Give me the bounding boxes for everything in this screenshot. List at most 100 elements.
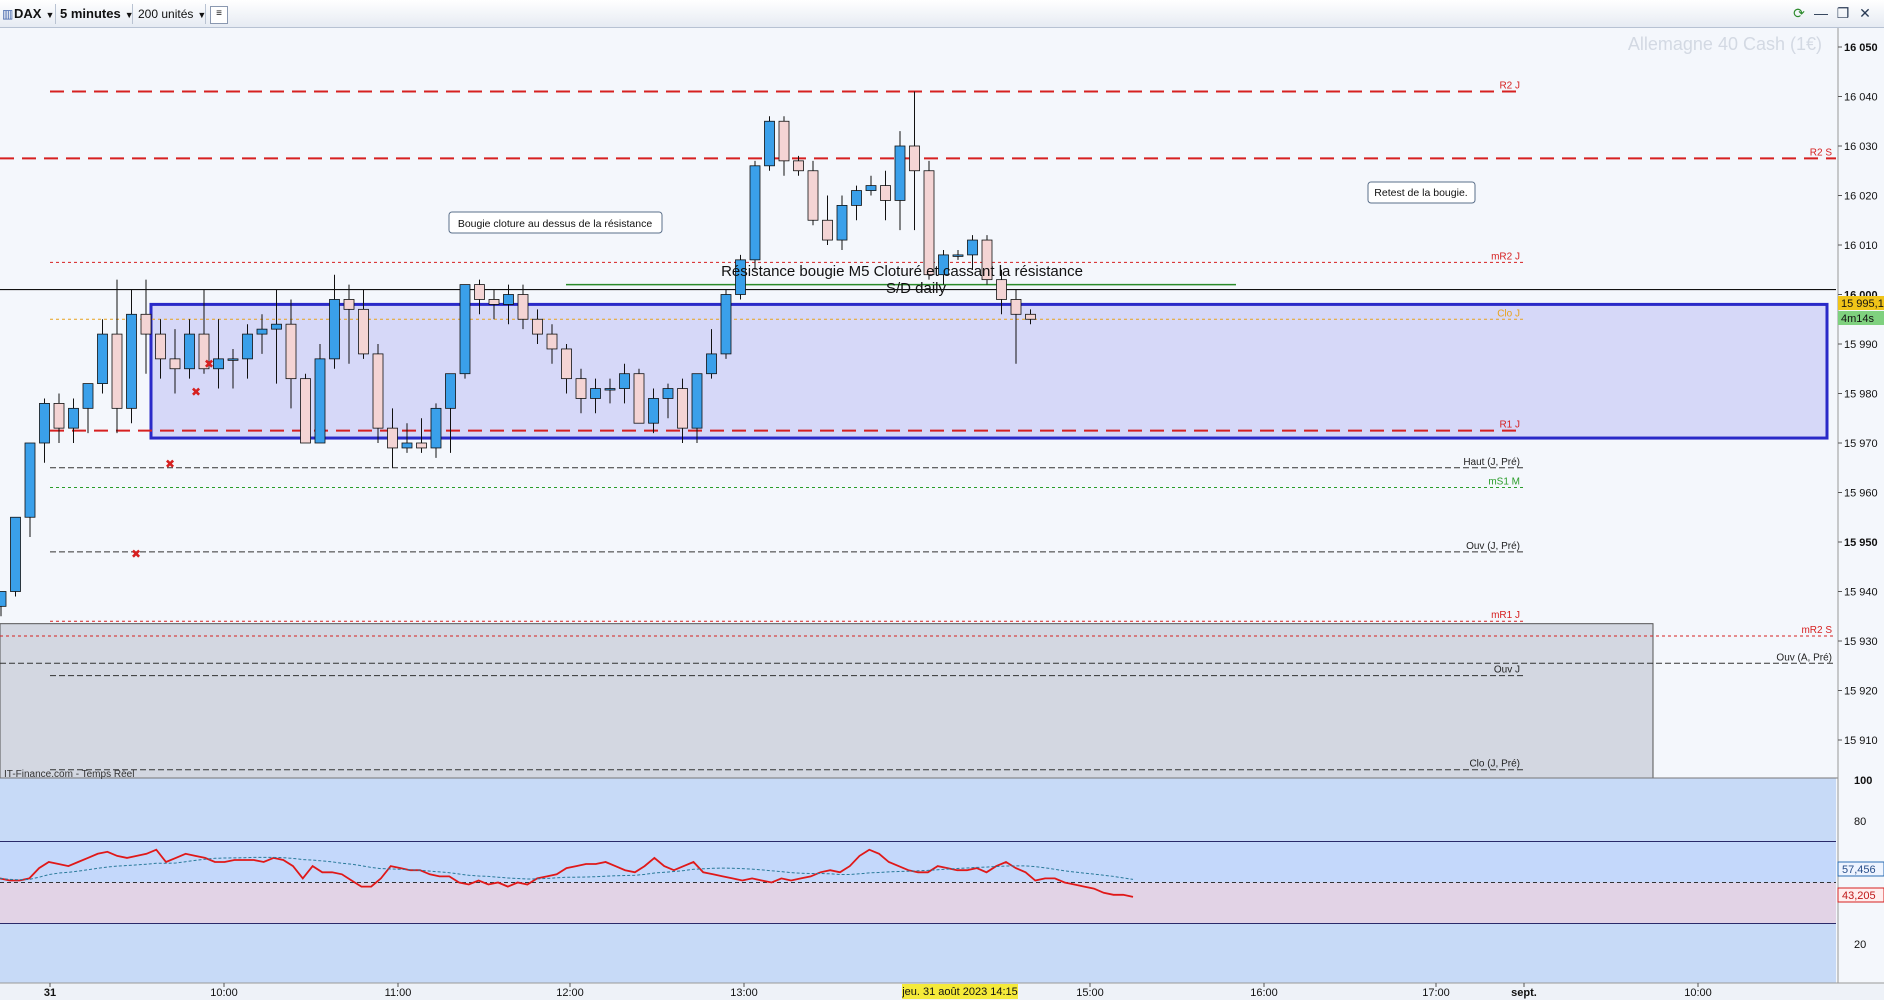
candle[interactable] [720, 289, 732, 359]
symbol-selector[interactable]: DAX ▼ [14, 4, 54, 24]
price-tick-label: 16 010 [1844, 240, 1878, 252]
annotation-retest-box[interactable]: Retest de la bougie. [1367, 181, 1476, 204]
price-tick-label: 16 040 [1844, 92, 1878, 104]
candle-body [82, 383, 94, 409]
candle-body [227, 358, 239, 361]
chart-settings-icon[interactable]: ≡ [210, 6, 228, 24]
annotation-retest-text: Retest de la bougie. [1374, 187, 1467, 199]
demand-zone-gray [0, 623, 1654, 779]
price-tick-label: 15 960 [1844, 488, 1878, 500]
price-tick-label: 15 990 [1844, 339, 1878, 351]
candle-body [923, 170, 935, 276]
price-chart[interactable]: R2 J R2 S mR2 J Clo J R1 J Haut (J, Pré) mS1 M… [0, 28, 1884, 1000]
rsi-value: 43,205 [1842, 890, 1876, 902]
candle[interactable] [749, 160, 761, 270]
instrument-title: Allemagne 40 Cash (1€) [1628, 34, 1822, 54]
candle-body [546, 333, 558, 350]
candle-body [619, 373, 630, 389]
signal-marker: ✖ [131, 547, 141, 561]
price-tick-label: 16 050 [1844, 42, 1878, 54]
candle[interactable] [314, 344, 326, 444]
level-label: R2 J [1499, 81, 1520, 92]
candle-body [358, 308, 369, 355]
source-label: IT-Finance.com - Temps Réel [4, 769, 134, 780]
minimize-icon[interactable]: — [1810, 5, 1832, 21]
rsi-tick-label: 80 [1854, 816, 1866, 828]
candle-body [242, 333, 253, 360]
level-label: mR2 J [1491, 251, 1520, 262]
time-tick-label: 17:00 [1422, 987, 1450, 999]
candle-body [532, 318, 543, 335]
rsi-lower-band [0, 882, 1836, 924]
candle-body [865, 185, 877, 191]
candle[interactable] [923, 160, 935, 280]
price-tick-label: 16 030 [1844, 141, 1878, 153]
candle-body [793, 160, 804, 172]
time-tick-label: 11:00 [385, 987, 412, 999]
level-label: R2 S [1810, 147, 1833, 158]
timeframe-label: 5 minutes [60, 6, 121, 21]
resistance-zone-rect[interactable] [149, 302, 1829, 440]
candle-body [53, 402, 65, 429]
signal-marker: ✖ [191, 385, 201, 399]
candle-body [1010, 299, 1022, 315]
candle-body [517, 294, 529, 320]
refresh-icon[interactable]: ⟳ [1788, 5, 1810, 22]
candle-body [488, 299, 500, 305]
candle[interactable] [807, 160, 819, 226]
candle-body [126, 313, 137, 409]
candle-body [401, 442, 413, 449]
candle-body [604, 388, 616, 391]
candle-body [764, 120, 775, 167]
candle-body [372, 353, 384, 429]
candle-body [503, 294, 514, 305]
candle-body [285, 323, 297, 380]
level-label: Clo (J, Pré) [1469, 759, 1520, 770]
candle[interactable] [10, 516, 21, 597]
candle-body [909, 145, 920, 172]
level-label: Clo J [1497, 308, 1520, 319]
candle-body [720, 294, 732, 355]
timer-label: 4m14s [1841, 313, 1875, 325]
close-icon[interactable]: ✕ [1854, 5, 1876, 22]
candle-body [967, 239, 978, 256]
candle-body [68, 407, 79, 429]
candle-body [387, 427, 398, 449]
candle-body [300, 378, 311, 444]
level-label: Ouv (A, Pré) [1776, 652, 1832, 663]
candle-body [416, 442, 427, 449]
time-tick-label: 15:00 [1076, 987, 1104, 999]
candle-body [111, 333, 123, 409]
price-tick-label: 15 970 [1844, 438, 1878, 450]
candle-body [140, 313, 152, 335]
annotation-bougie-box[interactable]: Bougie cloture au dessus de la résistanc… [448, 211, 663, 234]
candle[interactable] [764, 116, 775, 171]
candle-body [169, 358, 181, 370]
candle[interactable] [300, 373, 311, 444]
timeframe-selector[interactable]: 5 minutes ▼ [60, 4, 134, 24]
units-selector[interactable]: 200 unités ▼ [138, 4, 206, 24]
rsi-value-badge: 43,205 [1837, 887, 1884, 903]
candle-body [894, 145, 906, 201]
candle-body [271, 323, 282, 330]
chevron-down-icon: ▼ [45, 10, 55, 20]
time-tick-label: 10:00 [210, 987, 238, 999]
candle-body [575, 378, 587, 399]
candle-body [314, 358, 326, 444]
level-label: R1 J [1499, 420, 1520, 431]
pin-icon[interactable]: ▥ [2, 4, 13, 24]
restore-icon[interactable]: ❐ [1832, 5, 1854, 22]
candle-body [445, 373, 456, 409]
candle-body [996, 279, 1007, 300]
candle-body [590, 388, 601, 399]
rsi-ma-badge: 57,456 [1837, 861, 1884, 877]
candle[interactable] [459, 284, 471, 379]
candle[interactable] [372, 344, 384, 443]
candle-body [1025, 313, 1036, 320]
annotation-bougie-text: Bougie cloture au dessus de la résistanc… [458, 218, 653, 230]
candle-body [677, 388, 688, 429]
time-tick-label: 10:00 [1684, 987, 1712, 999]
level-label: Ouv (J, Pré) [1466, 541, 1520, 552]
candle[interactable] [633, 368, 645, 424]
candle-body [851, 190, 862, 206]
